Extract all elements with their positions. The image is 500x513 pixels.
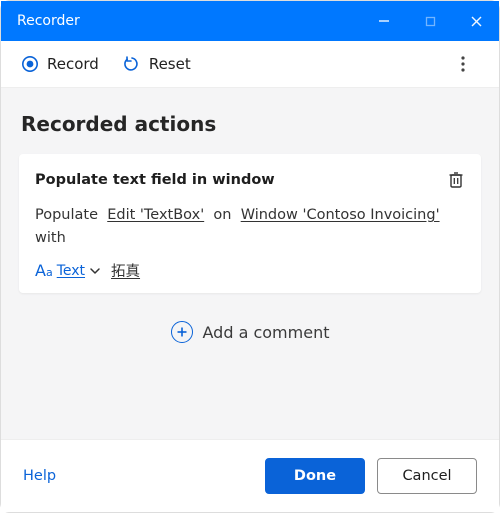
cancel-label: Cancel [402,468,451,484]
record-button[interactable]: Record [19,51,101,77]
record-icon [21,55,39,73]
more-vertical-icon [461,56,481,72]
record-label: Record [47,55,99,73]
done-label: Done [294,468,336,484]
add-comment-label: Add a comment [203,323,330,342]
more-menu-button[interactable] [461,56,481,72]
close-button[interactable] [453,1,499,41]
title-bar: Recorder [1,1,499,41]
reset-label: Reset [149,55,191,73]
section-heading: Recorded actions [21,112,479,136]
help-link[interactable]: Help [23,468,56,484]
action-description: Populate Edit 'TextBox' on Window 'Conto… [35,204,465,250]
trash-icon [447,170,465,190]
window-reference[interactable]: Window 'Contoso Invoicing' [241,207,440,223]
input-type-label: Text [57,263,85,279]
input-type-selector[interactable]: Aa Text [35,261,101,280]
desc-verb: Populate [35,207,98,223]
card-header: Populate text field in window [35,170,465,190]
desc-on: on [213,207,231,223]
desc-with: with [35,230,66,246]
cancel-button[interactable]: Cancel [377,458,477,494]
window-title: Recorder [17,13,361,29]
minimize-button[interactable] [361,1,407,41]
reset-icon [123,55,141,73]
window-controls [361,1,499,41]
reset-button[interactable]: Reset [121,51,193,77]
input-value[interactable]: 拓真 [111,260,140,281]
action-card[interactable]: Populate text field in window Populate E… [19,154,481,293]
text-type-icon: Aa [35,261,53,280]
chevron-down-icon [89,265,101,277]
footer: Help Done Cancel [1,439,499,512]
add-comment-button[interactable]: Add a comment [19,321,481,343]
content-area: Recorded actions Populate text field in … [1,88,499,439]
maximize-button [407,1,453,41]
delete-action-button[interactable] [447,170,465,190]
element-reference[interactable]: Edit 'TextBox' [107,207,204,223]
plus-circle-icon [171,321,193,343]
toolbar: Record Reset [1,41,499,88]
action-title: Populate text field in window [35,172,447,188]
done-button[interactable]: Done [265,458,365,494]
